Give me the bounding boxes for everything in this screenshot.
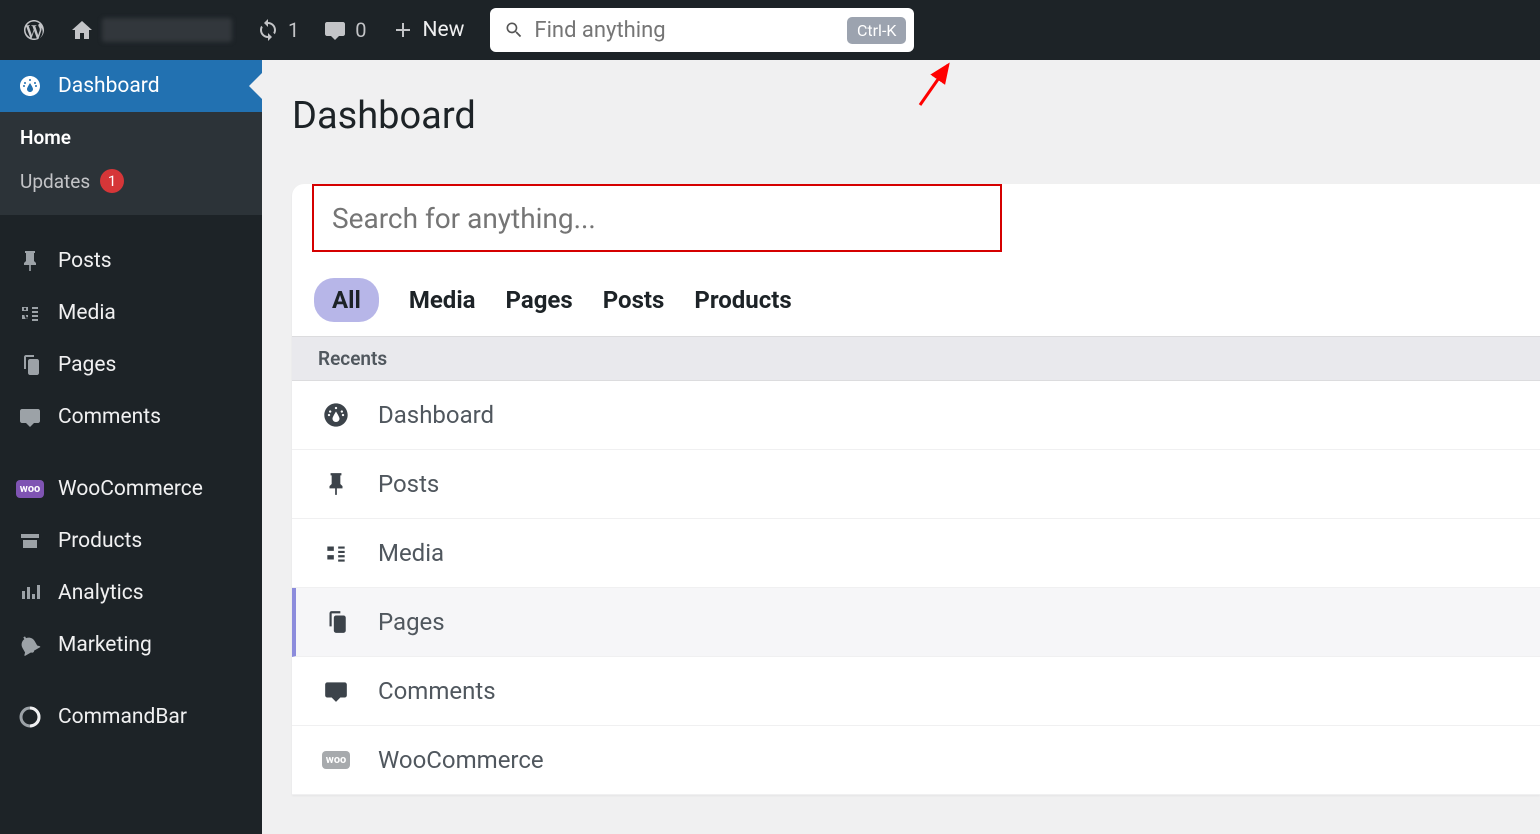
pin-icon	[322, 470, 350, 498]
page-title: Dashboard	[292, 60, 1540, 162]
recent-dashboard[interactable]: Dashboard	[292, 381, 1540, 450]
menu-analytics[interactable]: Analytics	[0, 567, 262, 619]
top-search[interactable]: Ctrl-K	[490, 8, 914, 52]
products-icon	[18, 529, 42, 553]
dashboard-icon	[18, 74, 42, 98]
refresh-icon	[256, 18, 280, 42]
recents-header: Recents	[292, 336, 1540, 381]
menu-media-label: Media	[58, 301, 116, 325]
new-label: New	[423, 18, 465, 42]
new-item[interactable]: New	[379, 0, 477, 60]
search-icon	[504, 20, 524, 40]
menu-posts[interactable]: Posts	[0, 235, 262, 287]
tab-media[interactable]: Media	[409, 280, 476, 320]
menu-pages[interactable]: Pages	[0, 339, 262, 391]
command-card: All Media Pages Posts Products Recents D…	[292, 184, 1540, 795]
menu-media[interactable]: Media	[0, 287, 262, 339]
menu-posts-label: Posts	[58, 249, 112, 273]
recent-woocommerce-label: WooCommerce	[378, 746, 544, 774]
tab-pages[interactable]: Pages	[506, 280, 573, 320]
site-name-redacted	[102, 18, 232, 42]
refresh-item[interactable]: 1	[244, 0, 311, 60]
submenu-home-label: Home	[20, 126, 71, 149]
menu-comments[interactable]: Comments	[0, 391, 262, 443]
recent-posts[interactable]: Posts	[292, 450, 1540, 519]
dashboard-submenu: Home Updates 1	[0, 112, 262, 215]
commandbar-icon	[18, 705, 42, 729]
analytics-icon	[18, 581, 42, 605]
menu-marketing-label: Marketing	[58, 633, 152, 657]
menu-commandbar[interactable]: CommandBar	[0, 691, 262, 743]
tab-all[interactable]: All	[314, 278, 379, 322]
recent-dashboard-label: Dashboard	[378, 401, 494, 429]
pages-icon	[18, 353, 42, 377]
menu-woocommerce[interactable]: woo WooCommerce	[0, 463, 262, 515]
admin-sidebar: Dashboard Home Updates 1 Posts Media Pag…	[0, 60, 262, 834]
recent-comments[interactable]: Comments	[292, 657, 1540, 726]
recent-media[interactable]: Media	[292, 519, 1540, 588]
admin-bar: 1 0 New Ctrl-K	[0, 0, 1540, 60]
tab-products[interactable]: Products	[694, 280, 791, 320]
dashboard-icon	[322, 401, 350, 429]
menu-marketing[interactable]: Marketing	[0, 619, 262, 671]
recent-woocommerce[interactable]: woo WooCommerce	[292, 726, 1540, 795]
woocommerce-icon: woo	[18, 477, 42, 501]
big-search[interactable]	[312, 184, 1002, 252]
comment-icon	[323, 18, 347, 42]
media-icon	[322, 539, 350, 567]
top-search-input[interactable]	[534, 18, 847, 43]
updates-badge: 1	[100, 169, 124, 193]
menu-products-label: Products	[58, 529, 142, 553]
menu-comments-label: Comments	[58, 405, 161, 429]
menu-dashboard-label: Dashboard	[58, 74, 160, 98]
submenu-home[interactable]: Home	[0, 116, 262, 159]
menu-analytics-label: Analytics	[58, 581, 144, 605]
comments-item[interactable]: 0	[311, 0, 378, 60]
refresh-count: 1	[288, 18, 299, 42]
menu-products[interactable]: Products	[0, 515, 262, 567]
woocommerce-icon: woo	[322, 746, 350, 774]
big-search-input[interactable]	[332, 202, 982, 235]
menu-pages-label: Pages	[58, 353, 116, 377]
media-icon	[18, 301, 42, 325]
pin-icon	[18, 249, 42, 273]
filter-tabs: All Media Pages Posts Products	[292, 278, 1540, 322]
recent-pages-label: Pages	[378, 608, 445, 636]
menu-woocommerce-label: WooCommerce	[58, 477, 203, 501]
wordpress-logo[interactable]	[10, 0, 58, 60]
plus-icon	[391, 18, 415, 42]
tab-posts[interactable]: Posts	[603, 280, 665, 320]
main-content: Dashboard All Media Pages Posts Products…	[262, 60, 1540, 834]
wordpress-icon	[22, 18, 46, 42]
marketing-icon	[18, 633, 42, 657]
home-icon	[70, 18, 94, 42]
submenu-updates[interactable]: Updates 1	[0, 159, 262, 203]
comments-icon	[18, 405, 42, 429]
recent-posts-label: Posts	[378, 470, 439, 498]
recent-comments-label: Comments	[378, 677, 496, 705]
menu-dashboard[interactable]: Dashboard	[0, 60, 262, 112]
recent-media-label: Media	[378, 539, 444, 567]
submenu-updates-label: Updates	[20, 170, 90, 193]
pages-icon	[322, 608, 350, 636]
recent-pages[interactable]: Pages	[292, 588, 1540, 657]
comment-count: 0	[355, 18, 366, 42]
search-shortcut: Ctrl-K	[847, 17, 906, 44]
site-home[interactable]	[58, 0, 244, 60]
comments-icon	[322, 677, 350, 705]
menu-commandbar-label: CommandBar	[58, 705, 187, 729]
